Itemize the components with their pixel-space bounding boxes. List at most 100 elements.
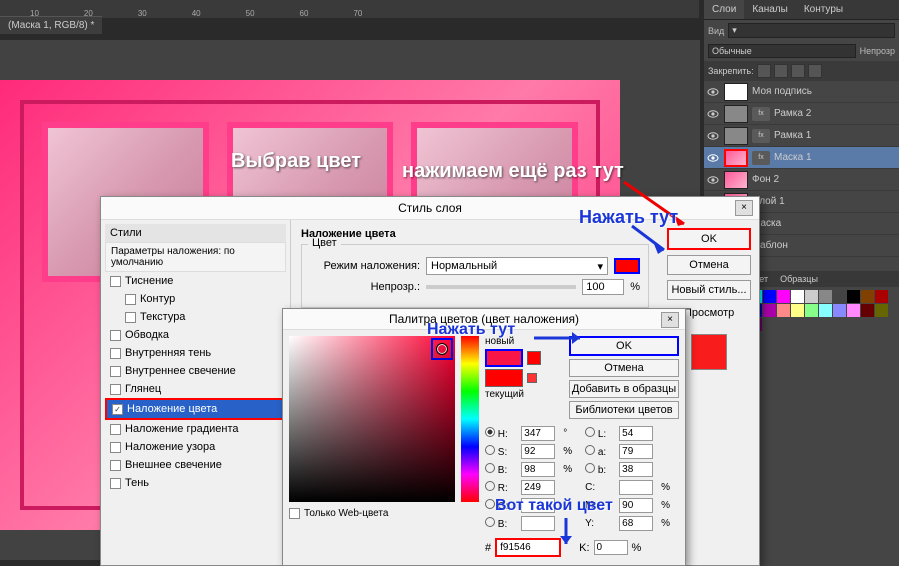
tab-channels[interactable]: Каналы — [744, 0, 796, 19]
swatch[interactable] — [763, 304, 776, 317]
style-item[interactable]: Контур — [105, 290, 286, 308]
checkbox[interactable] — [110, 276, 121, 287]
swatch[interactable] — [861, 290, 874, 303]
bl-radio[interactable] — [485, 517, 495, 527]
style-item[interactable]: Наложение узора — [105, 438, 286, 456]
style-item[interactable]: Тень — [105, 474, 286, 492]
k-input[interactable] — [594, 540, 628, 555]
style-item[interactable]: Глянец — [105, 380, 286, 398]
b2-input[interactable] — [619, 462, 653, 477]
tab-layers[interactable]: Слои — [704, 0, 744, 19]
lock-position-icon[interactable] — [791, 64, 805, 78]
s-radio[interactable] — [485, 445, 495, 455]
checkbox[interactable] — [110, 442, 121, 453]
color-swatch[interactable] — [614, 258, 640, 274]
swatch[interactable] — [833, 304, 846, 317]
fx-icon[interactable]: fx — [752, 129, 770, 143]
layer-row[interactable]: Моя подпись — [704, 81, 899, 103]
h-input[interactable] — [521, 426, 555, 441]
blend-options[interactable]: Параметры наложения: по умолчанию — [105, 242, 286, 272]
color-libraries-button[interactable]: Библиотеки цветов — [569, 401, 679, 419]
eye-icon[interactable] — [706, 173, 720, 187]
checkbox[interactable] — [110, 330, 121, 341]
new-color-swatch[interactable] — [485, 349, 523, 367]
style-item[interactable]: Тиснение — [105, 272, 286, 290]
lock-transparency-icon[interactable] — [757, 64, 771, 78]
style-item[interactable]: Обводка — [105, 326, 286, 344]
warning-icon[interactable] — [527, 351, 541, 365]
fx-icon[interactable]: fx — [752, 107, 770, 121]
checkbox[interactable] — [110, 366, 121, 377]
a-input[interactable] — [619, 444, 653, 459]
blend-mode-select[interactable]: Обычные — [708, 44, 856, 58]
g-radio[interactable] — [485, 499, 495, 509]
s-input[interactable] — [521, 444, 555, 459]
layer-row[interactable]: Фон 2 — [704, 169, 899, 191]
swatch[interactable] — [875, 304, 888, 317]
y-input[interactable] — [619, 516, 653, 531]
checkbox[interactable] — [110, 348, 121, 359]
layer-row[interactable]: fxРамка 2 — [704, 103, 899, 125]
swatch[interactable] — [777, 290, 790, 303]
style-item[interactable]: Наложение градиента — [105, 420, 286, 438]
current-color-swatch[interactable] — [485, 369, 523, 387]
color-marker[interactable] — [437, 344, 447, 354]
checkbox[interactable] — [112, 404, 123, 415]
tab-swatches[interactable]: Образцы — [774, 271, 824, 287]
swatch[interactable] — [805, 290, 818, 303]
cancel-button[interactable]: Отмена — [667, 255, 751, 275]
eye-icon[interactable] — [706, 107, 720, 121]
swatch[interactable] — [763, 290, 776, 303]
new-style-button[interactable]: Новый стиль... — [667, 280, 751, 300]
hue-slider[interactable] — [461, 336, 479, 502]
layer-row[interactable]: fxМаска 1 — [704, 147, 899, 169]
web-only-checkbox[interactable] — [289, 508, 300, 519]
eye-icon[interactable] — [706, 129, 720, 143]
swatch[interactable] — [875, 290, 888, 303]
tab-paths[interactable]: Контуры — [796, 0, 851, 19]
swatch[interactable] — [861, 304, 874, 317]
kind-select[interactable]: ▾ — [728, 23, 895, 38]
swatch[interactable] — [847, 290, 860, 303]
checkbox[interactable] — [110, 460, 121, 471]
swatch[interactable] — [791, 290, 804, 303]
checkbox[interactable] — [125, 312, 136, 323]
a-radio[interactable] — [585, 445, 595, 455]
layer-row[interactable]: fxРамка 1 — [704, 125, 899, 147]
swatch[interactable] — [777, 304, 790, 317]
c-input[interactable] — [619, 480, 653, 495]
blend-mode-combo[interactable]: Нормальный — [426, 257, 608, 275]
r-radio[interactable] — [485, 481, 495, 491]
add-swatch-button[interactable]: Добавить в образцы — [569, 380, 679, 398]
style-item[interactable]: Внешнее свечение — [105, 456, 286, 474]
saturation-field[interactable] — [289, 336, 455, 502]
style-item[interactable]: Текстура — [105, 308, 286, 326]
checkbox[interactable] — [125, 294, 136, 305]
swatch[interactable] — [819, 304, 832, 317]
swatch[interactable] — [791, 304, 804, 317]
checkbox[interactable] — [110, 478, 121, 489]
swatch[interactable] — [805, 304, 818, 317]
opacity-slider[interactable] — [426, 285, 576, 289]
g-input[interactable] — [521, 498, 555, 513]
document-tab[interactable]: (Маска 1, RGB/8) * — [0, 16, 102, 34]
swatch[interactable] — [847, 304, 860, 317]
cancel-button[interactable]: Отмена — [569, 359, 679, 377]
styles-heading[interactable]: Стили — [105, 224, 286, 242]
opacity-input[interactable] — [582, 279, 624, 295]
swatch[interactable] — [833, 290, 846, 303]
fx-icon[interactable]: fx — [752, 151, 770, 165]
b2-radio[interactable] — [585, 463, 595, 473]
close-button[interactable]: × — [735, 200, 753, 216]
swatch[interactable] — [819, 290, 832, 303]
b-radio[interactable] — [485, 463, 495, 473]
eye-icon[interactable] — [706, 151, 720, 165]
m-input[interactable] — [619, 498, 653, 513]
h-radio[interactable] — [485, 427, 495, 437]
r-input[interactable] — [521, 480, 555, 495]
web-safe-icon[interactable] — [527, 373, 537, 383]
bl-input[interactable] — [521, 516, 555, 531]
l-radio[interactable] — [585, 427, 595, 437]
lock-pixels-icon[interactable] — [774, 64, 788, 78]
l-input[interactable] — [619, 426, 653, 441]
